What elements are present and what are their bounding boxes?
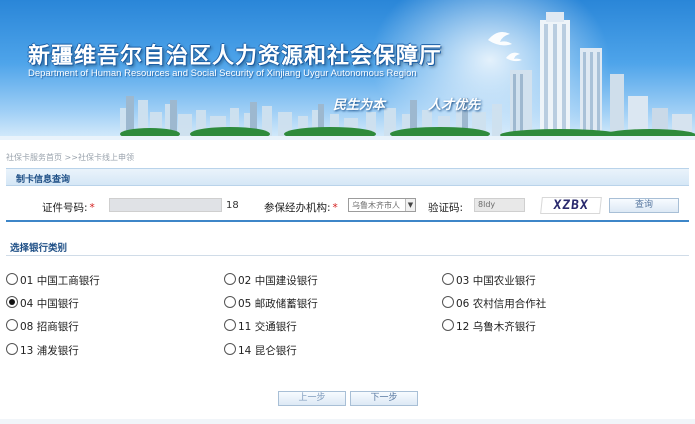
banner-slogan-1: 民生为本 — [333, 98, 386, 113]
radio-button-selected[interactable] — [6, 296, 18, 308]
id-number-label: 证件号码: * — [42, 202, 95, 214]
captcha-label: 验证码: — [428, 202, 464, 214]
captcha-image[interactable]: XZBX — [540, 197, 602, 214]
banner-title-chinese: 新疆维吾尔自治区人力资源和社会保障厅 — [28, 44, 443, 69]
radio-button[interactable] — [224, 343, 236, 355]
radio-button[interactable] — [6, 343, 18, 355]
query-form-row: 证件号码: * 18 参保经办机构: * 乌鲁木齐市人 ▼ 验证码: 8ldy XZ… — [6, 192, 689, 222]
banner-slogan-2: 人才优先 — [428, 98, 481, 113]
radio-button[interactable] — [224, 296, 236, 308]
radio-button[interactable] — [442, 296, 454, 308]
captcha-input[interactable]: 8ldy — [474, 198, 525, 212]
card-info-query-header: 制卡信息查询 — [6, 168, 689, 186]
radio-button[interactable] — [6, 273, 18, 285]
id-number-field[interactable] — [109, 198, 222, 212]
radio-button[interactable] — [442, 273, 454, 285]
banner-title-english: Department of Human Resources and Social… — [28, 68, 417, 79]
radio-button[interactable] — [6, 319, 18, 331]
query-button[interactable]: 查询 — [609, 198, 679, 213]
next-step-button[interactable]: 下一步 — [350, 391, 418, 406]
radio-button[interactable] — [442, 319, 454, 331]
header-banner: 新疆维吾尔自治区人力资源和社会保障厅 Department of Human R… — [0, 0, 695, 140]
radio-button[interactable] — [224, 319, 236, 331]
agency-label: 参保经办机构: * — [264, 202, 338, 214]
id-number-suffix: 18 — [226, 200, 239, 211]
agency-select[interactable]: 乌鲁木齐市人 ▼ — [348, 198, 416, 212]
page-bottom-divider — [0, 419, 695, 424]
previous-step-button[interactable]: 上一步 — [278, 391, 346, 406]
breadcrumb[interactable]: 社保卡服务首页 >>社保卡线上申领 — [6, 152, 134, 163]
radio-button[interactable] — [224, 273, 236, 285]
agency-select-value: 乌鲁木齐市人 — [352, 201, 400, 210]
bank-type-header: 选择银行类别 — [6, 236, 689, 256]
chevron-down-icon[interactable]: ▼ — [405, 199, 415, 211]
